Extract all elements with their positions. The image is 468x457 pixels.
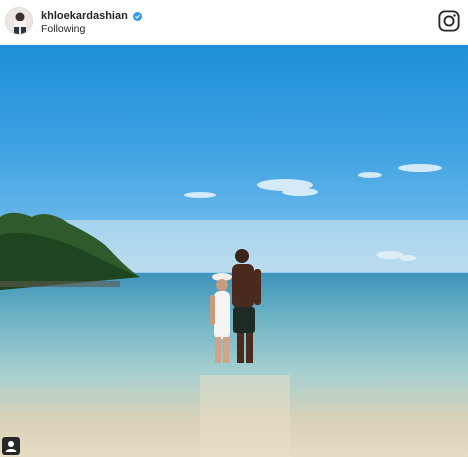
- username-link[interactable]: khloekardashian: [41, 9, 128, 23]
- post-header: khloekardashian Following: [0, 0, 468, 45]
- avatar[interactable]: [5, 7, 33, 35]
- beach-scene-image: [0, 164, 468, 457]
- username-row: khloekardashian: [41, 9, 142, 23]
- instagram-logo-icon[interactable]: [438, 10, 460, 32]
- avatar-image: [6, 8, 32, 34]
- follow-status[interactable]: Following: [41, 23, 85, 36]
- post-photo[interactable]: [0, 45, 468, 457]
- user-tag-icon[interactable]: [2, 437, 20, 455]
- verified-badge-icon: [132, 11, 142, 21]
